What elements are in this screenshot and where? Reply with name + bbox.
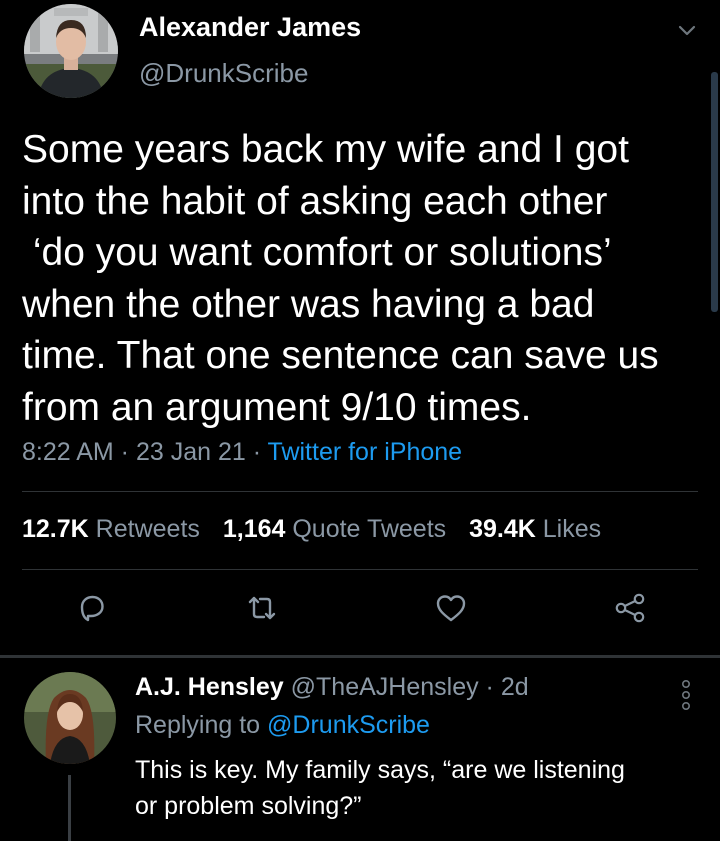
- tweet-time[interactable]: 8:22 AM: [22, 438, 114, 466]
- reply-header: A.J. Hensley @TheAJHensley · 2d: [135, 673, 529, 702]
- reply-author-handle[interactable]: @TheAJHensley: [291, 673, 479, 701]
- reply-icon[interactable]: [74, 590, 110, 626]
- author-name[interactable]: Alexander James: [139, 12, 361, 43]
- tweet-stats: 12.7K Retweets 1,164 Quote Tweets 39.4K …: [22, 515, 617, 544]
- thread-line: [68, 775, 71, 841]
- section-divider: [0, 655, 720, 658]
- tweet-text: Some years back my wife and I got into t…: [22, 124, 702, 433]
- retweets-stat[interactable]: 12.7K Retweets: [22, 515, 200, 543]
- replying-mention[interactable]: @DrunkScribe: [267, 711, 430, 739]
- tweet-text-line: when the other was having a bad: [22, 282, 595, 326]
- quote-tweets-label: Quote Tweets: [292, 515, 447, 543]
- reply-text-line: or problem solving?”: [135, 792, 362, 820]
- tweet-text-line: into the habit of asking each other: [22, 179, 608, 223]
- tweet-meta: 8:22 AM · 23 Jan 21 · Twitter for iPhone: [22, 438, 462, 467]
- reply-author-name[interactable]: A.J. Hensley: [135, 673, 284, 701]
- scrollbar[interactable]: [711, 72, 718, 312]
- chevron-down-icon[interactable]: [675, 18, 699, 42]
- meta-separator: ·: [245, 438, 268, 466]
- divider: [22, 569, 698, 570]
- meta-separator: ·: [113, 438, 136, 466]
- share-icon[interactable]: [612, 590, 648, 626]
- author-handle[interactable]: @DrunkScribe: [139, 58, 308, 89]
- more-options-icon[interactable]: [679, 678, 693, 712]
- retweet-icon[interactable]: [244, 590, 280, 626]
- likes-stat[interactable]: 39.4K Likes: [469, 515, 601, 543]
- reply-text: This is key. My family says, “are we lis…: [135, 752, 705, 824]
- divider: [22, 491, 698, 492]
- retweets-count: 12.7K: [22, 515, 89, 543]
- quote-tweets-stat[interactable]: 1,164 Quote Tweets: [223, 515, 446, 543]
- replying-label: Replying to: [135, 711, 261, 739]
- tweet-text-line: Some years back my wife and I got: [22, 128, 629, 171]
- tweet-source[interactable]: Twitter for iPhone: [268, 438, 463, 466]
- main-tweet: Alexander James @DrunkScribe Some years …: [0, 0, 720, 660]
- likes-label: Likes: [542, 515, 602, 543]
- tweet-text-line: time. That one sentence can save us: [22, 334, 659, 377]
- quote-tweets-count: 1,164: [222, 515, 286, 543]
- likes-count: 39.4K: [469, 515, 536, 543]
- tweet-text-line: from an argument 9/10 times.: [22, 385, 532, 429]
- tweet-date[interactable]: 23 Jan 21: [136, 438, 246, 466]
- reply-age[interactable]: 2d: [501, 673, 529, 701]
- reply-avatar[interactable]: [24, 672, 116, 764]
- like-icon[interactable]: [433, 590, 469, 626]
- author-avatar[interactable]: [24, 4, 118, 98]
- reply-text-line: This is key. My family says, “are we lis…: [135, 756, 625, 784]
- retweets-label: Retweets: [95, 515, 200, 543]
- meta-separator: ·: [478, 673, 501, 701]
- tweet-actions: [0, 590, 720, 636]
- replying-to: Replying to @DrunkScribe: [135, 711, 430, 740]
- tweet-text-line: ‘do you want comfort or solutions’: [22, 231, 612, 274]
